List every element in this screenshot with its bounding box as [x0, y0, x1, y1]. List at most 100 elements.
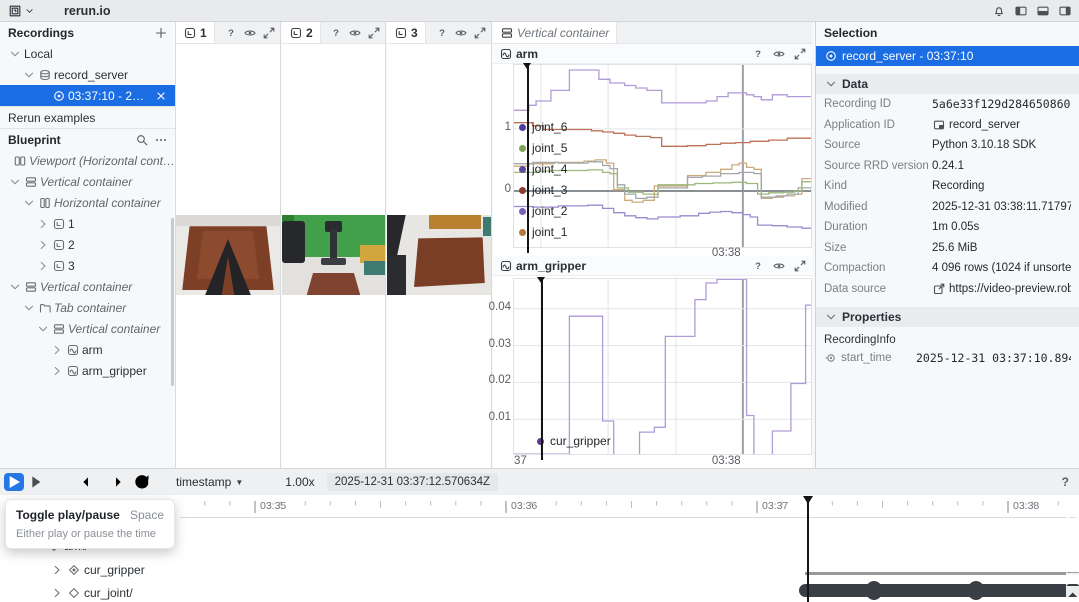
- sidebar-scrollbar[interactable]: [171, 218, 174, 386]
- recording-item-record-server[interactable]: record_server: [0, 64, 175, 85]
- expand-icon[interactable]: [365, 26, 382, 39]
- time-cursor-handle[interactable]: [803, 496, 813, 504]
- y-tick-label: 0.03: [479, 338, 511, 350]
- more-icon[interactable]: [154, 133, 167, 146]
- arm-gripper-view-header[interactable]: arm_gripper ?: [493, 256, 812, 276]
- chevron-right-icon[interactable]: [50, 364, 63, 377]
- blueprint-item-tab-container[interactable]: Tab container: [0, 297, 175, 318]
- view-tab-3[interactable]: 3: [387, 22, 426, 43]
- help-icon[interactable]: ?: [751, 259, 764, 272]
- data-row-source-rrd-version: Source RRD version0.24.1: [816, 156, 1079, 177]
- blueprint-item-viewport-horizontal-cont[interactable]: Viewport (Horizontal cont…: [0, 150, 175, 171]
- panel-bottom-icon[interactable]: [1036, 4, 1049, 17]
- legend-label: joint_1: [532, 225, 567, 239]
- tree-item-label: 03:37:10 - 2…: [68, 89, 144, 103]
- blueprint-item-vertical-container[interactable]: Vertical container: [0, 171, 175, 192]
- arm-plot[interactable]: [513, 64, 812, 248]
- caret-down-icon[interactable]: [36, 322, 49, 335]
- caret-down-icon[interactable]: [22, 68, 35, 81]
- legend-label: joint_6: [532, 120, 567, 134]
- play-button[interactable]: [4, 473, 24, 491]
- data-section-header[interactable]: Data: [816, 74, 1079, 94]
- blueprint-item-3[interactable]: 3: [0, 255, 175, 276]
- legend-cur_gripper[interactable]: cur_gripper: [537, 434, 611, 448]
- search-icon[interactable]: [135, 133, 148, 146]
- loop-button[interactable]: [132, 473, 152, 491]
- container-tab-bar: Vertical container: [493, 22, 812, 44]
- current-time-display[interactable]: 2025-12-31 03:37:12.570634Z: [327, 473, 498, 491]
- help-icon[interactable]: ?: [327, 26, 344, 39]
- plus-icon[interactable]: [154, 26, 167, 39]
- chevron-right-icon[interactable]: [36, 259, 49, 272]
- bell-icon[interactable]: [992, 4, 1005, 17]
- caret-down-icon[interactable]: [8, 280, 21, 293]
- blueprint-item-arm-gripper[interactable]: arm_gripper: [0, 360, 175, 381]
- caret-down-icon[interactable]: [8, 47, 21, 60]
- blueprint-item-1[interactable]: 1: [0, 213, 175, 234]
- blueprint-item-arm[interactable]: arm: [0, 339, 175, 360]
- help-icon[interactable]: ?: [222, 26, 239, 39]
- camera-image-3[interactable]: [387, 215, 491, 295]
- expand-icon[interactable]: [793, 47, 806, 60]
- view-tab-1[interactable]: 1: [176, 22, 215, 43]
- panel-right-icon[interactable]: [1058, 4, 1071, 17]
- chevron-right-icon[interactable]: [50, 587, 63, 600]
- view-tab-2[interactable]: 2: [282, 22, 321, 43]
- camera-image-2[interactable]: [282, 215, 385, 295]
- time-cursor-line[interactable]: [807, 497, 809, 602]
- pause-button[interactable]: [52, 473, 72, 491]
- chevron-right-icon[interactable]: [36, 238, 49, 251]
- blueprint-item-vertical-container[interactable]: Vertical container: [0, 318, 175, 339]
- camera-image-1[interactable]: [176, 215, 280, 295]
- timeline-help-button[interactable]: ?: [1062, 475, 1069, 489]
- legend-dot-icon: [519, 208, 526, 215]
- arm-view-header[interactable]: arm ?: [493, 44, 812, 64]
- caret-down-icon[interactable]: [8, 175, 21, 188]
- caret-down-icon[interactable]: [22, 196, 35, 209]
- tree-item-label: Viewport (Horizontal cont…: [29, 154, 175, 168]
- arrow-right-button[interactable]: [104, 473, 124, 491]
- arm_gripper-plot[interactable]: [513, 278, 812, 455]
- blueprint-item-vertical-container[interactable]: Vertical container: [0, 276, 175, 297]
- skip-end-button[interactable]: [28, 473, 48, 491]
- stream-item-cur_gripper[interactable]: cur_gripper: [50, 561, 145, 579]
- help-icon[interactable]: ?: [751, 47, 764, 60]
- panel-left-icon[interactable]: [1014, 4, 1027, 17]
- selection-panel: Selection record_server - 03:37:10 Data …: [815, 22, 1079, 468]
- chevron-right-icon[interactable]: [50, 343, 63, 356]
- properties-rows: start_time2025-12-31 03:37:10.894351Z: [816, 348, 1079, 369]
- recording-item-03-37-10-2[interactable]: 03:37:10 - 2…: [0, 85, 175, 106]
- eye-icon[interactable]: [772, 47, 785, 60]
- recording-item-local[interactable]: Local: [0, 43, 175, 64]
- rerun-examples-row[interactable]: Rerun examples: [0, 106, 175, 129]
- data-row-value[interactable]: https://video-preview.rob: [932, 282, 1071, 295]
- rerun-logo-icon[interactable]: [8, 4, 21, 17]
- blueprint-item-horizontal-container[interactable]: Horizontal container: [0, 192, 175, 213]
- expand-icon[interactable]: [260, 26, 277, 39]
- data-density-bar[interactable]: [799, 584, 1079, 597]
- stream-item-cur_joint[interactable]: cur_joint/: [50, 584, 133, 602]
- x-tick-label: 37: [514, 455, 527, 467]
- properties-section-header[interactable]: Properties: [816, 307, 1079, 327]
- blueprint-item-2[interactable]: 2: [0, 234, 175, 255]
- chart-time-cursor[interactable]: [541, 277, 543, 460]
- chevron-right-icon[interactable]: [36, 217, 49, 230]
- chevron-right-icon[interactable]: [50, 564, 63, 577]
- chart-time-cursor[interactable]: [527, 63, 529, 253]
- tab-vertical-container[interactable]: Vertical container: [493, 22, 617, 43]
- caret-down-icon[interactable]: [22, 301, 35, 314]
- eye-icon[interactable]: [241, 26, 258, 39]
- close-icon[interactable]: [154, 89, 167, 102]
- selection-title: Selection: [824, 26, 877, 40]
- eye-icon[interactable]: [452, 26, 469, 39]
- eye-icon[interactable]: [346, 26, 363, 39]
- expand-icon[interactable]: [793, 259, 806, 272]
- help-icon[interactable]: ?: [433, 26, 450, 39]
- timeline-selector[interactable]: timestamp ▼: [176, 475, 243, 489]
- expand-icon[interactable]: [471, 26, 488, 39]
- caret-down-icon[interactable]: [25, 4, 34, 17]
- arrow-left-button[interactable]: [80, 473, 100, 491]
- selected-recording-row[interactable]: record_server - 03:37:10: [816, 46, 1079, 66]
- playback-speed[interactable]: 1.00x: [285, 475, 314, 489]
- eye-icon[interactable]: [772, 259, 785, 272]
